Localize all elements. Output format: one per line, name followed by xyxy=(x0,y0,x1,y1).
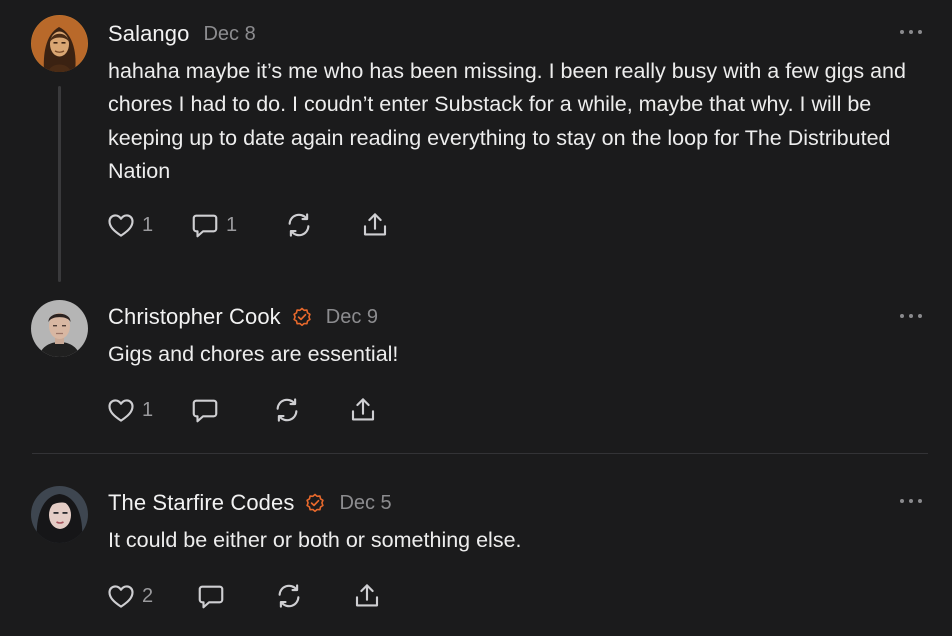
restack-button[interactable] xyxy=(274,581,352,611)
comment-christopher-cook: Christopher Cook Dec 9 Gigs and chores a… xyxy=(0,290,952,454)
comment-the-starfire-codes: The Starfire Codes Dec 5 It could be eit… xyxy=(0,454,952,636)
more-icon[interactable] xyxy=(900,498,922,504)
share-button[interactable] xyxy=(360,210,390,240)
restack-button[interactable] xyxy=(284,210,360,240)
comment-salango: Salango Dec 8 hahaha maybe it’s me who h… xyxy=(0,0,952,290)
reply-button[interactable]: 1 xyxy=(190,210,284,240)
more-icon[interactable] xyxy=(900,29,922,35)
like-button[interactable]: 1 xyxy=(106,210,190,240)
comment-date[interactable]: Dec 9 xyxy=(326,306,378,329)
share-button[interactable] xyxy=(352,581,382,611)
verified-badge-icon xyxy=(293,307,311,327)
comment-actions: 1 1 xyxy=(106,210,390,240)
verified-badge-icon xyxy=(306,493,325,513)
like-button[interactable]: 2 xyxy=(106,581,196,611)
comment-body: hahaha maybe it’s me who has been missin… xyxy=(108,59,906,183)
restack-icon xyxy=(276,398,298,422)
author-name[interactable]: Salango xyxy=(108,21,189,47)
comment-header: The Starfire Codes Dec 5 xyxy=(108,489,392,517)
like-count: 2 xyxy=(142,584,154,607)
heart-icon xyxy=(108,214,134,237)
heart-icon xyxy=(108,399,134,422)
restack-icon xyxy=(288,213,310,237)
like-button[interactable]: 1 xyxy=(106,395,190,425)
avatar[interactable] xyxy=(31,15,88,72)
restack-button[interactable] xyxy=(272,395,348,425)
author-name[interactable]: Christopher Cook xyxy=(108,304,281,330)
reply-button[interactable] xyxy=(196,581,274,611)
comment-date[interactable]: Dec 5 xyxy=(339,492,391,515)
thread-line xyxy=(58,86,61,282)
comment-icon xyxy=(198,585,224,609)
comment-date[interactable]: Dec 8 xyxy=(203,23,255,46)
share-icon xyxy=(355,584,379,607)
comment-header: Salango Dec 8 xyxy=(108,20,256,48)
author-name[interactable]: The Starfire Codes xyxy=(108,490,294,516)
more-icon[interactable] xyxy=(900,313,922,319)
comment-icon xyxy=(192,399,218,423)
avatar[interactable] xyxy=(31,300,88,357)
reply-button[interactable] xyxy=(190,395,272,425)
comment-header: Christopher Cook Dec 9 xyxy=(108,303,378,331)
heart-icon xyxy=(108,585,134,608)
comment-actions: 2 xyxy=(106,581,382,611)
share-button[interactable] xyxy=(348,395,378,425)
comment-actions: 1 xyxy=(106,395,378,425)
share-icon xyxy=(351,398,375,421)
comment-icon xyxy=(192,214,218,238)
share-icon xyxy=(363,213,387,236)
like-count: 1 xyxy=(142,398,154,421)
avatar[interactable] xyxy=(31,486,88,543)
reply-count: 1 xyxy=(226,213,238,236)
comment-body: It could be either or both or something … xyxy=(108,528,522,552)
restack-icon xyxy=(278,584,300,608)
like-count: 1 xyxy=(142,213,154,236)
comment-thread: Salango Dec 8 hahaha maybe it’s me who h… xyxy=(0,0,952,636)
comment-body: Gigs and chores are essential! xyxy=(108,342,399,366)
